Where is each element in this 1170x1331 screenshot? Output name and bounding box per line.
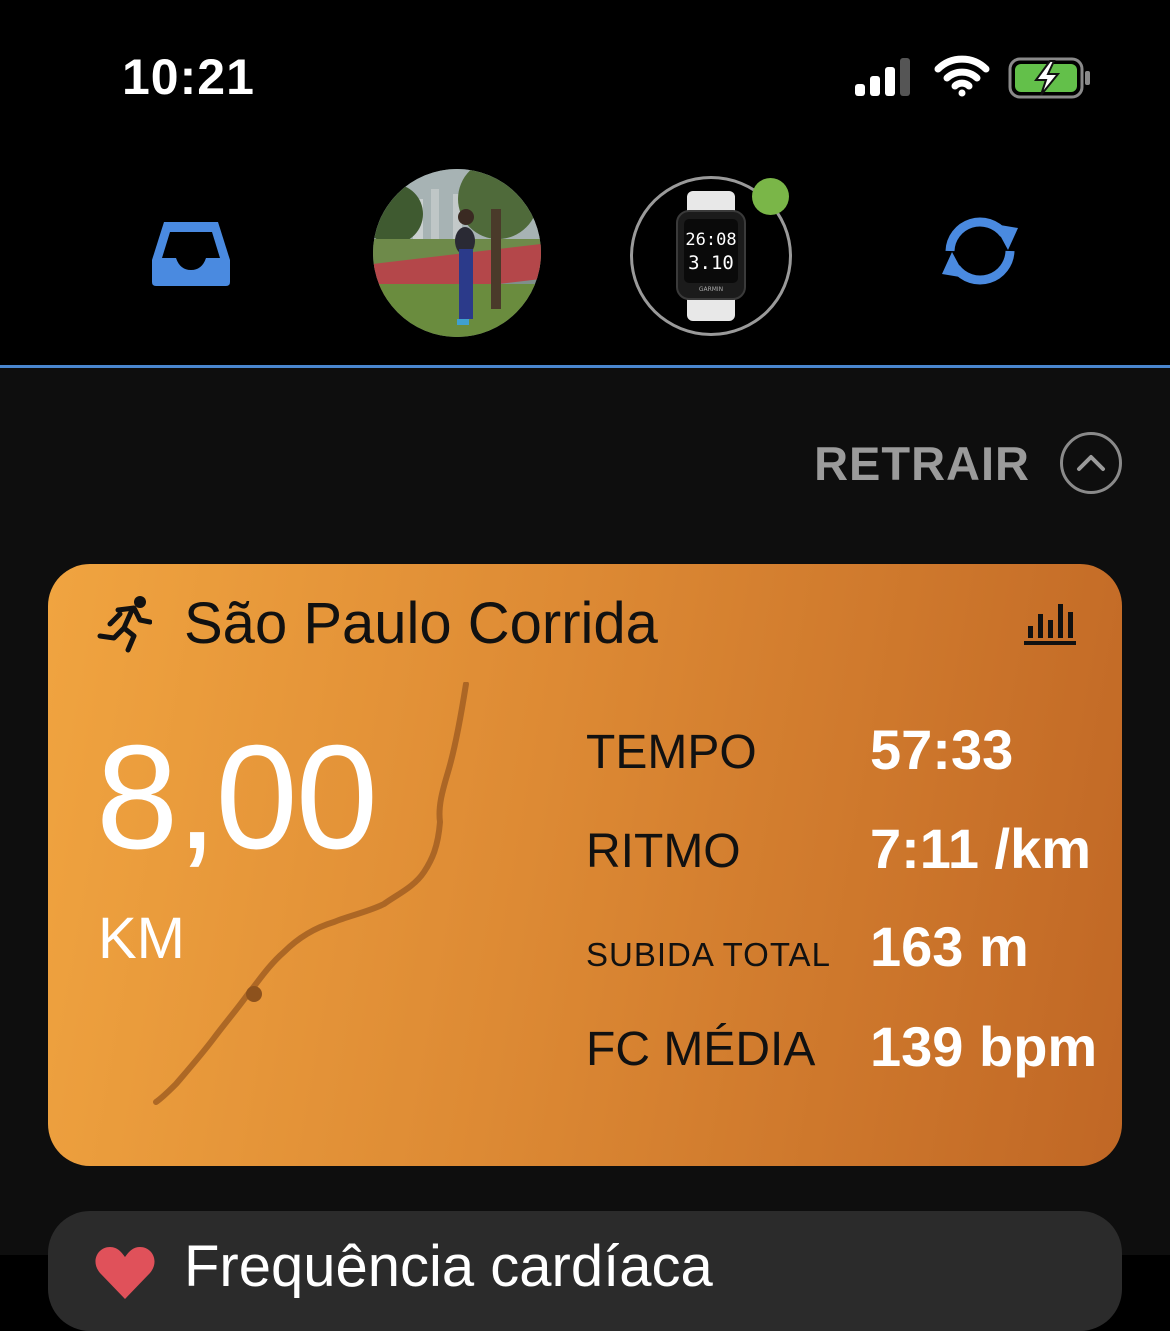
watch-brand: GARMIN [699,286,723,293]
wifi-icon [934,55,990,97]
watch-screen-line2: 3.10 [688,252,734,274]
main-content: RETRAIR São Paulo Corrida 8,00 KM TEMPO … [0,368,1170,1331]
metric-label-subida-total: SUBIDA TOTAL [586,936,831,973]
next-card[interactable]: Frequência cardíaca [48,1211,1122,1331]
metric-label-fc-media: FC MÉDIA [586,1023,816,1076]
status-time: 10:21 [122,49,255,105]
activity-title: São Paulo Corrida [184,591,658,656]
watch-screen-line1: 26:08 [685,230,736,250]
collapse-label: RETRAIR [814,436,1030,490]
profile-avatar[interactable] [373,169,541,337]
metric-value-fc-media: 139 bpm [870,1015,1098,1078]
battery-charging-icon [1008,57,1090,99]
metric-value-tempo: 57:33 [870,718,1014,781]
inbox-icon[interactable] [150,220,232,288]
signal-icon [855,58,910,96]
collapse-toggle[interactable]: RETRAIR [814,432,1122,494]
metric-value-subida-total: 163 m [870,915,1029,978]
metric-value-ritmo: 7:11 /km [870,817,1092,880]
metric-label-tempo: TEMPO [586,726,757,779]
avatar-photo-icon [373,169,541,337]
heart-icon [95,1247,155,1299]
bar-chart-icon[interactable] [1024,598,1076,646]
device-connected-indicator [752,178,789,215]
chevron-up-icon[interactable] [1060,432,1122,494]
running-icon [97,596,152,653]
sync-icon[interactable] [934,214,1026,288]
status-bar: 10:21 [0,0,1170,150]
next-card-title: Frequência cardíaca [184,1234,713,1299]
distance-unit: KM [98,906,185,971]
top-navigation: 26:08 3.10 GARMIN [0,150,1170,366]
distance-value: 8,00 [96,715,378,880]
activity-card[interactable]: São Paulo Corrida 8,00 KM TEMPO 57:33 RI… [48,564,1122,1166]
metric-label-ritmo: RITMO [586,825,741,878]
